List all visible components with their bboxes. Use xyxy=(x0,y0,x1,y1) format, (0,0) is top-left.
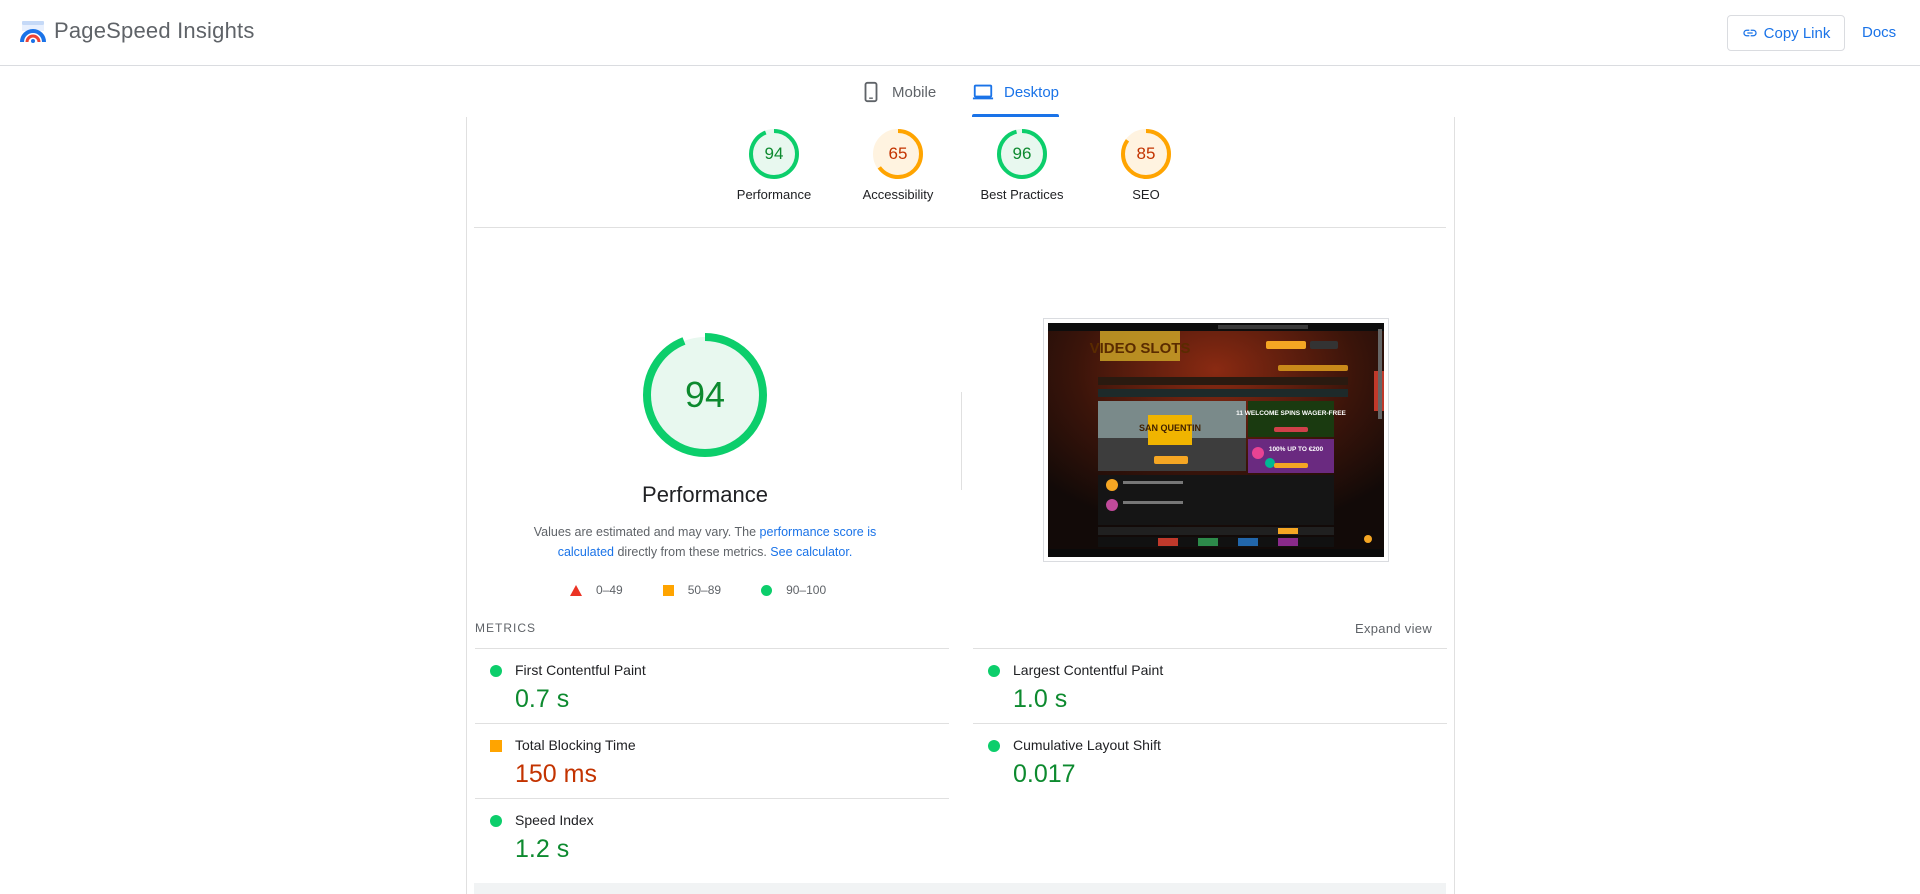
score-legend: 0–49 50–89 90–100 xyxy=(570,582,826,598)
metrics-heading: METRICS xyxy=(475,621,536,635)
performance-score: 94 xyxy=(685,374,725,415)
metric-total-blocking-time: Total Blocking Time 150 ms xyxy=(475,723,949,798)
category-gauges: 94 Performance 65 Accessibility 96 Best … xyxy=(0,128,1920,218)
note-middle: directly from these metrics. xyxy=(614,545,771,559)
circle-icon xyxy=(761,584,773,596)
docs-link[interactable]: Docs xyxy=(1862,24,1896,41)
gauge-label: Accessibility xyxy=(862,187,934,202)
pass-circle-icon xyxy=(490,665,502,677)
gauge-label: Best Practices xyxy=(980,187,1064,202)
gauge-score: 96 xyxy=(1013,144,1032,163)
metric-value: 1.2 s xyxy=(515,835,570,863)
pass-circle-icon xyxy=(988,665,1000,677)
note-prefix: Values are estimated and may vary. The xyxy=(533,525,760,539)
square-icon xyxy=(662,584,674,596)
legend-label: 0–49 xyxy=(596,583,623,597)
performance-score-gauge: 94 xyxy=(643,333,767,457)
gauge-label: SEO xyxy=(1132,187,1160,202)
link-icon xyxy=(1742,29,1757,37)
performance-title: Performance xyxy=(642,482,768,507)
app-title[interactable]: PageSpeed Insights xyxy=(54,18,255,44)
gauge-score: 65 xyxy=(889,144,908,163)
metric-name: Largest Contentful Paint xyxy=(1013,662,1164,678)
score-ring: 96 xyxy=(997,129,1047,179)
tab-desktop[interactable]: Desktop xyxy=(972,67,1060,117)
metric-speed-index: Speed Index 1.2 s xyxy=(475,798,949,873)
gauge-best-practices[interactable]: 96 Best Practices xyxy=(967,128,1077,202)
gauge-seo[interactable]: 85 SEO xyxy=(1091,128,1201,202)
casino-site-preview: VIDEO SLOTS SAN QUENTIN 11 WELCOME SPINS… xyxy=(1048,323,1384,557)
top-bar: PageSpeed Insights Copy Link Docs xyxy=(0,0,1920,66)
metric-value: 1.0 s xyxy=(1013,685,1068,713)
legend-fail: 0–49 xyxy=(570,583,623,597)
metric-name: Total Blocking Time xyxy=(515,737,636,753)
metric-name: Cumulative Layout Shift xyxy=(1013,737,1161,753)
form-factor-tabs: Mobile Desktop xyxy=(0,67,1920,117)
score-note: Values are estimated and may vary. The p… xyxy=(505,522,905,562)
metric-first-contentful-paint: First Contentful Paint 0.7 s xyxy=(475,648,949,723)
triangle-icon xyxy=(570,584,582,596)
tab-desktop-label: Desktop xyxy=(1004,83,1060,101)
legend-label: 90–100 xyxy=(786,583,827,597)
metric-value: 150 ms xyxy=(515,760,597,788)
average-square-icon xyxy=(490,740,502,752)
smartphone-icon xyxy=(864,81,878,103)
see-calculator-link[interactable]: See calculator. xyxy=(770,545,852,559)
legend-pass: 90–100 xyxy=(761,583,826,597)
metric-largest-contentful-paint: Largest Contentful Paint 1.0 s xyxy=(973,648,1447,723)
gauge-label: Performance xyxy=(736,187,812,202)
expand-view-toggle[interactable]: Expand view xyxy=(1355,621,1432,636)
gauge-performance[interactable]: 94 Performance xyxy=(719,128,829,202)
preview-promo-2: 100% UP TO €200 xyxy=(1269,446,1324,453)
vertical-divider xyxy=(961,392,962,490)
preview-logo: VIDEO SLOTS xyxy=(1090,340,1191,357)
next-section-bar xyxy=(474,883,1446,894)
gauge-score: 94 xyxy=(765,144,784,163)
metric-name: Speed Index xyxy=(515,812,594,828)
metric-value: 0.7 s xyxy=(515,685,570,713)
metric-cumulative-layout-shift: Cumulative Layout Shift 0.017 xyxy=(973,723,1447,798)
preview-promo-1: 11 WELCOME SPINS WAGER-FREE xyxy=(1236,410,1346,417)
tab-mobile-label: Mobile xyxy=(892,83,937,101)
copy-link-label: Copy Link xyxy=(1763,24,1831,42)
pass-circle-icon xyxy=(988,740,1000,752)
gauge-accessibility[interactable]: 65 Accessibility xyxy=(843,128,953,202)
legend-average: 50–89 xyxy=(662,583,722,597)
legend-label: 50–89 xyxy=(687,583,722,597)
score-ring: 85 xyxy=(1121,129,1171,179)
preview-hero-title: SAN QUENTIN xyxy=(1139,423,1201,433)
laptop-icon xyxy=(972,84,994,100)
divider xyxy=(474,227,1446,228)
screenshot-image: VIDEO SLOTS SAN QUENTIN 11 WELCOME SPINS… xyxy=(1048,323,1384,557)
gauge-score: 85 xyxy=(1137,144,1156,163)
score-ring: 65 xyxy=(873,129,923,179)
metric-value: 0.017 xyxy=(1013,760,1076,788)
pagespeed-logo-icon xyxy=(20,21,46,43)
pass-circle-icon xyxy=(490,815,502,827)
final-screenshot[interactable]: VIDEO SLOTS SAN QUENTIN 11 WELCOME SPINS… xyxy=(1043,318,1389,562)
tab-mobile[interactable]: Mobile xyxy=(860,67,936,117)
copy-link-button[interactable]: Copy Link xyxy=(1727,15,1845,51)
metric-name: First Contentful Paint xyxy=(515,662,646,678)
score-ring: 94 xyxy=(749,129,799,179)
